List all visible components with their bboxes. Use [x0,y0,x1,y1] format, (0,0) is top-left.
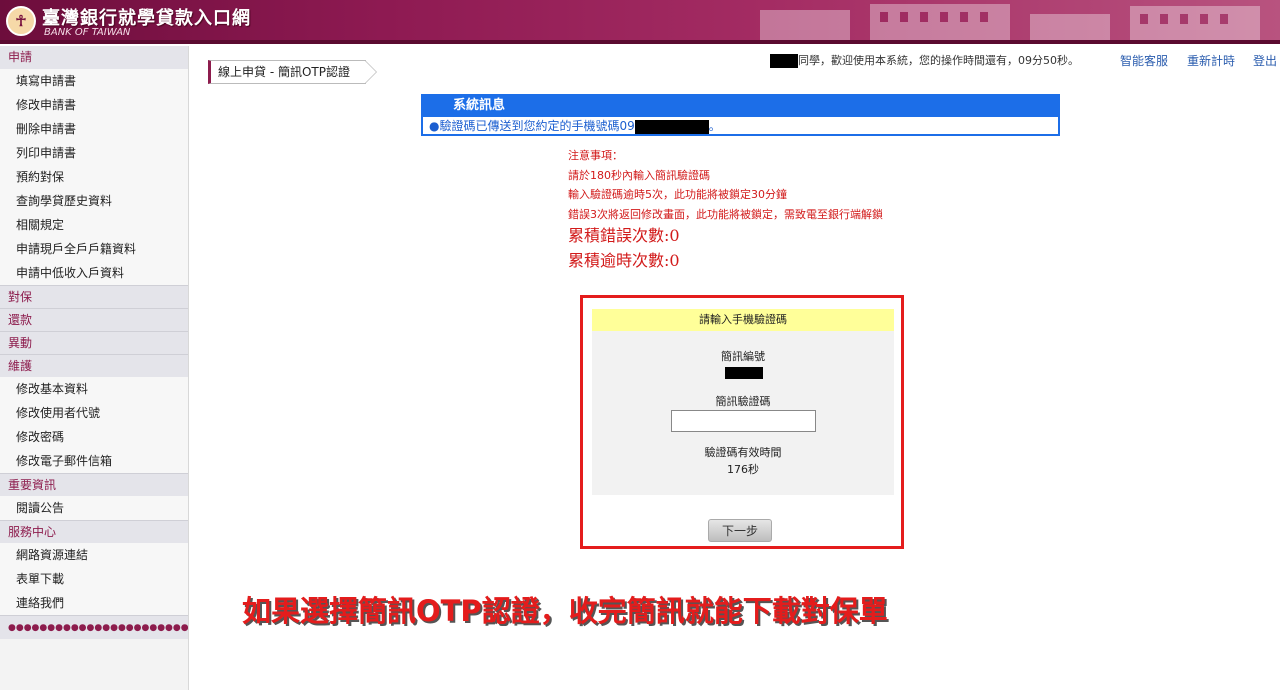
sidebar-item-low-income[interactable]: 申請中低收入戶資料 [0,261,188,285]
sidebar-item-delete-application[interactable]: 刪除申請書 [0,117,188,141]
sidebar-item-print-application[interactable]: 列印申請書 [0,141,188,165]
sidebar-item-form-download[interactable]: 表單下載 [0,567,188,591]
logout-link[interactable]: 登出 [1253,52,1277,69]
sms-id-label: 簡訊編號 [721,350,765,363]
notice-heading: 注意事項： [568,149,623,162]
sidebar-item-household-registration[interactable]: 申請現戶全戶戶籍資料 [0,237,188,261]
sidebar-section-service-center[interactable]: 服務中心 [0,520,188,543]
sidebar-item-edit-application[interactable]: 修改申請書 [0,93,188,117]
sidebar-section-change[interactable]: 異動 [0,331,188,354]
sidebar-item-edit-email[interactable]: 修改電子郵件信箱 [0,449,188,473]
notice-line: 錯誤3次將返回修改畫面，此功能將被鎖定，需致電至銀行端解鎖 [568,207,883,221]
smart-help-link[interactable]: 智能客服 [1120,52,1168,69]
notice-line: 輸入驗證碼逾時5次，此功能將被鎖定30分鐘 [568,188,787,201]
notice-panel: 注意事項： 請於180秒內輸入簡訊驗證碼 輸入驗證碼逾時5次，此功能將被鎖定30… [568,146,883,274]
reset-timer-link[interactable]: 重新計時 [1187,52,1235,69]
sidebar-footer-dots: ●●●●●●●●●●●●●●●●●●●●●●●●● [0,615,188,639]
sidebar-item-resource-links[interactable]: 網路資源連結 [0,543,188,567]
bank-logo-icon[interactable]: ☥ [6,6,36,36]
sidebar-menu: 申請 填寫申請書 修改申請書 刪除申請書 列印申請書 預約對保 查詢學貸歷史資料… [0,46,189,690]
sidebar-item-contact-us[interactable]: 連絡我們 [0,591,188,615]
system-message-body: ●驗證碼已傳送到您約定的手機號碼09 [429,119,635,133]
tutorial-annotation: 如果選擇簡訊OTP認證，收完簡訊就能下載對保單 [242,594,888,628]
sidebar-section-repayment[interactable]: 還款 [0,308,188,331]
system-message-box: 系統訊息 ●驗證碼已傳送到您約定的手機號碼09 。 [421,94,1060,136]
validity-label: 驗證碼有效時間 [704,446,782,459]
header-banner: ☥ 臺灣銀行就學貸款入口網 BANK OF TAIWAN [0,0,1280,42]
sidebar-section-important-info[interactable]: 重要資訊 [0,473,188,496]
breadcrumb: 線上申貸 - 簡訊OTP認證 [208,60,366,84]
system-message-title: 系統訊息 [423,96,1058,117]
sidebar-section-apply[interactable]: 申請 [0,46,188,69]
next-step-button[interactable]: 下一步 [708,519,772,542]
sidebar-item-edit-user-id[interactable]: 修改使用者代號 [0,401,188,425]
sidebar-item-read-announcements[interactable]: 閱讀公告 [0,496,188,520]
sidebar-item-loan-history[interactable]: 查詢學貸歷史資料 [0,189,188,213]
otp-panel-title: 請輸入手機驗證碼 [592,309,894,331]
redacted-phone-number [634,119,709,134]
timeout-count: 累積逾時次數:0 [568,251,680,270]
site-subtitle: BANK OF TAIWAN [44,27,131,38]
sidebar-item-edit-basic-info[interactable]: 修改基本資料 [0,377,188,401]
system-message-suffix: 。 [708,119,721,133]
redacted-student-name [770,54,798,68]
building-decoration [760,4,1260,42]
sidebar-section-maintenance[interactable]: 維護 [0,354,188,377]
sms-code-label: 簡訊驗證碼 [715,395,771,408]
banner-bottom-strip [0,40,1280,44]
redacted-sms-id [725,367,763,379]
sidebar-section-guarantee[interactable]: 對保 [0,285,188,308]
validity-countdown: 176秒 [727,463,759,476]
sidebar-item-book-guarantee[interactable]: 預約對保 [0,165,188,189]
sidebar-item-fill-application[interactable]: 填寫申請書 [0,69,188,93]
sidebar-item-regulations[interactable]: 相關規定 [0,213,188,237]
otp-form: 簡訊編號 簡訊驗證碼 驗證碼有效時間 176秒 [592,331,894,495]
error-count: 累積錯誤次數:0 [568,226,680,245]
notice-line: 請於180秒內輸入簡訊驗證碼 [568,168,710,182]
system-message-text: ●驗證碼已傳送到您約定的手機號碼09 。 [423,117,1058,136]
sms-code-input[interactable] [671,410,816,432]
session-greeting: 同學，歡迎使用本系統，您的操作時間還有，09分50秒。 [798,54,1079,67]
sidebar-item-edit-password[interactable]: 修改密碼 [0,425,188,449]
